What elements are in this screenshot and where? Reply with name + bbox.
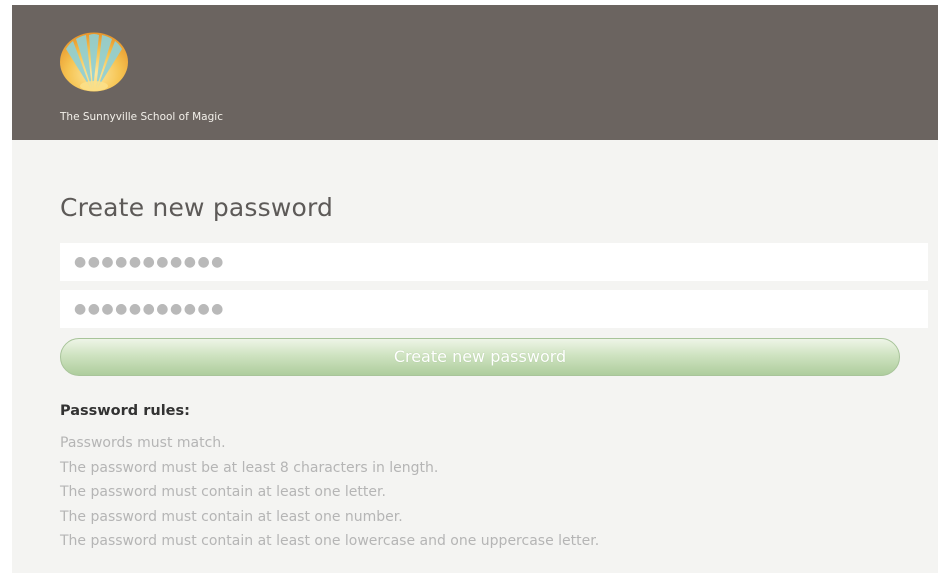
password-rule-item: The password must contain at least one n… — [60, 508, 403, 525]
sunburst-logo-icon[interactable] — [59, 32, 129, 92]
password-rule-item: The password must contain at least one l… — [60, 484, 386, 500]
page-title: Create new password — [60, 193, 334, 222]
page-frame: The Sunnyville School of Magic Create ne… — [12, 5, 938, 573]
password-rule-item: The password must contain at least one l… — [60, 533, 600, 549]
password-rule-item: Passwords must match. — [60, 435, 226, 451]
password-rules-list: Passwords must match. The password must … — [60, 431, 599, 554]
password-rules-heading: Password rules: — [60, 403, 190, 419]
create-password-button[interactable]: Create new password — [60, 338, 900, 376]
password-rule-item: The password must be at least 8 characte… — [60, 459, 439, 476]
site-header: The Sunnyville School of Magic — [12, 5, 938, 140]
new-password-field[interactable] — [60, 243, 928, 281]
confirm-password-field[interactable] — [60, 290, 928, 328]
school-name: The Sunnyville School of Magic — [60, 111, 223, 123]
